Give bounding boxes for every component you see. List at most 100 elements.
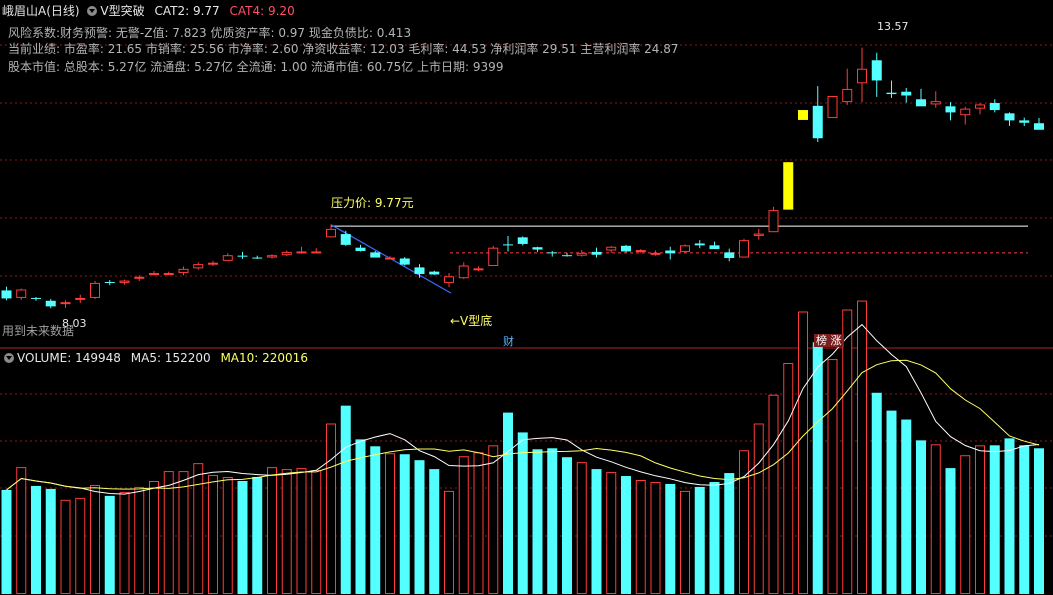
candle-body xyxy=(576,252,587,256)
candle-body xyxy=(163,273,174,276)
volume-ma10-value: MA10: 220016 xyxy=(220,351,308,365)
volume-bar xyxy=(414,460,425,594)
volume-bar xyxy=(385,453,395,594)
candle xyxy=(75,294,86,304)
candle xyxy=(517,236,528,246)
volume-bar xyxy=(680,490,690,595)
stock-name[interactable]: 峨眉山A xyxy=(2,4,46,18)
volume-bar xyxy=(989,445,1000,594)
candle xyxy=(31,297,41,301)
candle xyxy=(355,244,366,252)
candle xyxy=(503,235,513,252)
candle xyxy=(562,252,572,257)
candle-body xyxy=(1,290,12,299)
candle-body xyxy=(724,252,735,259)
candle-body xyxy=(119,280,130,283)
info-risk-line: 风险系数:财务预警: 无警-Z值: 7.823 优质资产率: 0.97 现金负债… xyxy=(8,26,412,40)
candle-body xyxy=(562,255,572,257)
candle xyxy=(621,244,631,253)
candle xyxy=(429,270,440,275)
candle xyxy=(798,110,808,120)
volume-bar xyxy=(798,311,808,594)
candle-body xyxy=(886,92,897,95)
candle-body xyxy=(90,282,100,298)
candle-body xyxy=(178,268,189,274)
chart-title-bar: 峨眉山A(日线) V型突破 CAT2: 9.77 CAT4: 9.20 xyxy=(2,4,295,18)
candle-body xyxy=(960,108,971,116)
indicator-selector[interactable]: V型突破 xyxy=(87,4,145,18)
candle-body xyxy=(591,251,602,255)
volume-bar xyxy=(724,473,735,594)
volume-bar xyxy=(916,440,926,594)
candle-body xyxy=(429,271,440,275)
candle-body xyxy=(694,243,705,246)
candle-body xyxy=(281,251,292,256)
volume-bar xyxy=(783,363,794,594)
candle-body xyxy=(311,251,322,254)
price-reference-lines xyxy=(330,224,1028,294)
indicator-name: V型突破 xyxy=(100,4,145,18)
candle-body xyxy=(296,251,307,254)
volume-bar xyxy=(16,467,27,594)
volume-bar xyxy=(340,405,351,594)
candle xyxy=(650,250,661,256)
volume-bar xyxy=(237,480,248,594)
volume-bar xyxy=(842,309,853,594)
candle-body xyxy=(680,245,690,252)
candle-body xyxy=(399,258,410,265)
candle xyxy=(1004,112,1015,127)
volume-bar xyxy=(311,470,322,594)
candle-body xyxy=(842,88,853,103)
high-price-label: 13.57 xyxy=(877,20,909,33)
candlestick-series[interactable] xyxy=(1,47,1045,309)
candle xyxy=(193,262,204,270)
candle-body xyxy=(916,99,926,107)
volume-bar xyxy=(753,423,764,595)
candle-body xyxy=(340,234,351,245)
candle xyxy=(340,230,351,246)
candle-body xyxy=(532,247,543,250)
chevron-down-icon[interactable] xyxy=(87,6,98,16)
volume-bar xyxy=(163,471,174,594)
candle-body xyxy=(252,257,263,259)
candle xyxy=(709,241,720,250)
candle xyxy=(724,248,735,262)
ranking-event-tag[interactable]: 榜 涨 xyxy=(814,334,844,347)
chevron-down-icon[interactable] xyxy=(4,353,14,363)
candle-body xyxy=(444,276,454,283)
volume-bar xyxy=(930,444,941,594)
volume-bar xyxy=(857,300,867,594)
kline-chart[interactable] xyxy=(0,0,1053,595)
candle xyxy=(901,87,912,103)
info-capital-line: 股本市值: 总股本: 5.27亿 流通盘: 5.27亿 全流通: 1.00 流通… xyxy=(8,60,504,74)
candle-body xyxy=(857,68,867,84)
candle xyxy=(753,228,764,240)
volume-bar xyxy=(488,445,499,594)
candle xyxy=(267,254,277,259)
volume-bar xyxy=(960,455,971,594)
candle-body xyxy=(1004,113,1015,121)
candle-body xyxy=(635,250,646,253)
cat4-value: CAT4: 9.20 xyxy=(229,4,295,18)
candle xyxy=(547,250,558,257)
volume-bar xyxy=(222,477,233,595)
finance-event-tag[interactable]: 财 xyxy=(501,335,516,348)
candle xyxy=(768,206,779,233)
candle-body xyxy=(385,257,395,260)
volume-bar xyxy=(134,486,145,594)
candle xyxy=(975,103,985,115)
candle-body xyxy=(326,228,336,238)
candle xyxy=(90,281,100,299)
candle xyxy=(842,68,853,105)
volume-bar xyxy=(503,412,513,594)
candle-body xyxy=(798,110,808,120)
cat2-value: CAT2: 9.77 xyxy=(154,4,220,18)
candle-body xyxy=(16,289,27,298)
candle-body xyxy=(355,247,366,251)
volume-bar xyxy=(326,423,336,595)
pressure-price-label: 压力价: 9.77元 xyxy=(331,196,414,210)
candle-body xyxy=(606,246,617,251)
candle-body xyxy=(222,255,233,261)
volume-bar xyxy=(1,489,12,594)
volume-series[interactable] xyxy=(1,300,1045,595)
